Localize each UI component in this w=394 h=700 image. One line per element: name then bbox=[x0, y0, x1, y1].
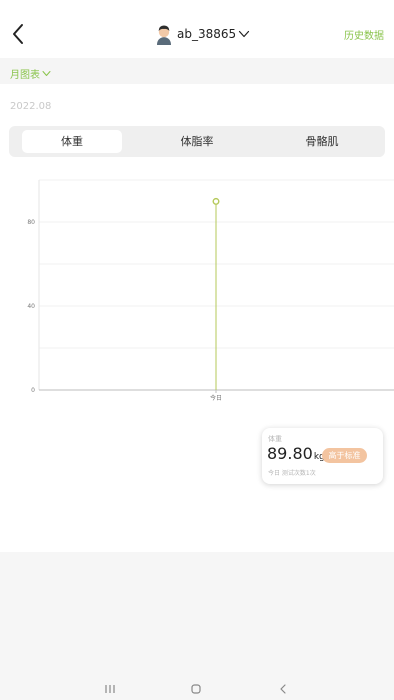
tab-weight[interactable]: 体重 bbox=[22, 130, 122, 153]
month-chart-label: 月图表 bbox=[10, 70, 40, 81]
y-tick-label: 0 bbox=[31, 387, 35, 394]
y-tick-label: 80 bbox=[27, 219, 35, 226]
tab-body-fat[interactable]: 体脂率 bbox=[147, 130, 247, 153]
top-bar: ab_38865 历史数据 bbox=[0, 0, 394, 58]
status-badge: 高于标准 bbox=[322, 448, 367, 463]
weight-number: 89.80 bbox=[267, 444, 313, 463]
chevron-left-icon bbox=[13, 24, 23, 44]
chevron-down-icon bbox=[42, 71, 51, 76]
card-title: 体重 bbox=[268, 435, 282, 443]
user-switcher[interactable]: ab_38865 bbox=[155, 22, 250, 46]
metric-tabs: 体重 体脂率 骨骼肌 bbox=[9, 126, 385, 157]
recent-apps-button[interactable] bbox=[103, 681, 117, 695]
x-tick-label: 今日 bbox=[210, 394, 222, 402]
tab-skeletal-muscle[interactable]: 骨骼肌 bbox=[272, 130, 372, 153]
weight-chart: 80 40 0 今日 bbox=[27, 179, 394, 402]
history-data-link[interactable]: 历史数据 bbox=[344, 27, 384, 42]
current-period-date: 2022.08 bbox=[10, 101, 52, 112]
avatar bbox=[157, 25, 171, 45]
month-chart-selector[interactable]: 月图表 bbox=[10, 66, 51, 81]
system-nav-bar bbox=[0, 675, 394, 700]
back-nav-button[interactable] bbox=[276, 681, 290, 695]
back-nav-icon bbox=[280, 684, 286, 694]
weight-value: 89.80kg bbox=[267, 444, 325, 463]
chevron-down-icon bbox=[239, 30, 250, 38]
recent-apps-icon bbox=[105, 685, 115, 693]
username: ab_38865 bbox=[177, 27, 237, 41]
home-button[interactable] bbox=[189, 681, 203, 695]
month-selector-bar: 月图表 bbox=[0, 58, 394, 84]
y-tick-label: 40 bbox=[27, 303, 35, 310]
data-point bbox=[212, 197, 220, 205]
home-icon bbox=[191, 684, 201, 694]
weight-summary-card[interactable]: 体重 89.80kg 高于标准 今日 测试次数1次 bbox=[262, 428, 383, 484]
back-button[interactable] bbox=[10, 22, 28, 46]
card-subtitle: 今日 测试次数1次 bbox=[268, 470, 316, 477]
